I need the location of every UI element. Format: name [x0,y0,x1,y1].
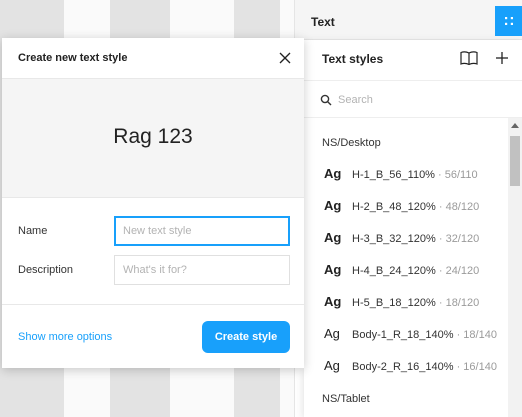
style-item-h1[interactable]: Ag H-1_B_56_110% · 56/110 [304,158,504,190]
description-field[interactable] [114,255,290,285]
style-preview: Ag [324,198,342,213]
text-section-header: Text [295,0,522,40]
style-item-h4[interactable]: Ag H-4_B_24_120% · 24/120 [304,254,504,286]
style-preview: Ag [324,294,342,309]
style-label: H-1_B_56_110% · 56/110 [352,169,478,181]
close-icon[interactable] [278,51,292,65]
style-preview: Ag [324,262,342,277]
search-icon [320,94,332,106]
style-preview: Ag [324,358,340,373]
text-styles-button[interactable] [495,6,522,36]
styles-search-input[interactable] [338,91,498,109]
style-group-title[interactable]: NS/Tablet [322,393,370,405]
style-item-h3[interactable]: Ag H-3_B_32_120% · 32/120 [304,222,504,254]
style-label: H-5_B_18_120% · 18/120 [352,297,480,309]
style-label: H-3_B_32_120% · 32/120 [352,233,480,245]
style-preview: Ag [324,326,340,341]
style-item-h2[interactable]: Ag H-2_B_48_120% · 48/120 [304,190,504,222]
style-label: Body-1_R_18_140% · 18/140 [352,329,497,341]
description-label: Description [18,264,74,276]
create-text-style-modal: Create new text style Rag 123 Name Descr… [2,38,304,368]
style-item-body1[interactable]: Ag Body-1_R_18_140% · 18/140 [304,318,504,350]
library-book-icon[interactable] [460,50,478,66]
style-preview-area: Rag 123 [2,78,304,198]
scrollbar-thumb[interactable] [510,136,520,186]
style-label: H-2_B_48_120% · 48/120 [352,201,480,213]
scroll-up-arrow-icon[interactable] [511,123,519,128]
style-item-h5[interactable]: Ag H-5_B_18_120% · 18/120 [304,286,504,318]
show-more-options-link[interactable]: Show more options [18,331,112,343]
search-row [304,80,522,118]
divider [2,304,304,305]
preview-sample-text: Rag 123 [113,125,193,148]
style-preview: Ag [324,230,342,245]
add-style-icon[interactable] [494,50,510,66]
modal-title: Create new text style [18,52,128,64]
style-group-title[interactable]: NS/Desktop [322,137,381,149]
text-styles-panel: Text styles NS/Desktop Ag H-1_B_56_110% … [304,40,522,417]
text-styles-title: Text styles [322,52,384,66]
style-label: H-4_B_24_120% · 24/120 [352,265,480,277]
style-label: Body-2_R_16_140% · 16/140 [352,361,497,373]
style-preview: Ag [324,166,342,181]
text-section-title: Text [311,15,335,29]
style-item-body2[interactable]: Ag Body-2_R_16_140% · 16/140 [304,350,504,382]
name-label: Name [18,225,48,237]
grid-dots-icon [505,17,513,25]
name-field[interactable] [114,216,290,246]
scrollbar[interactable] [508,118,522,417]
create-style-button[interactable]: Create style [202,321,290,353]
